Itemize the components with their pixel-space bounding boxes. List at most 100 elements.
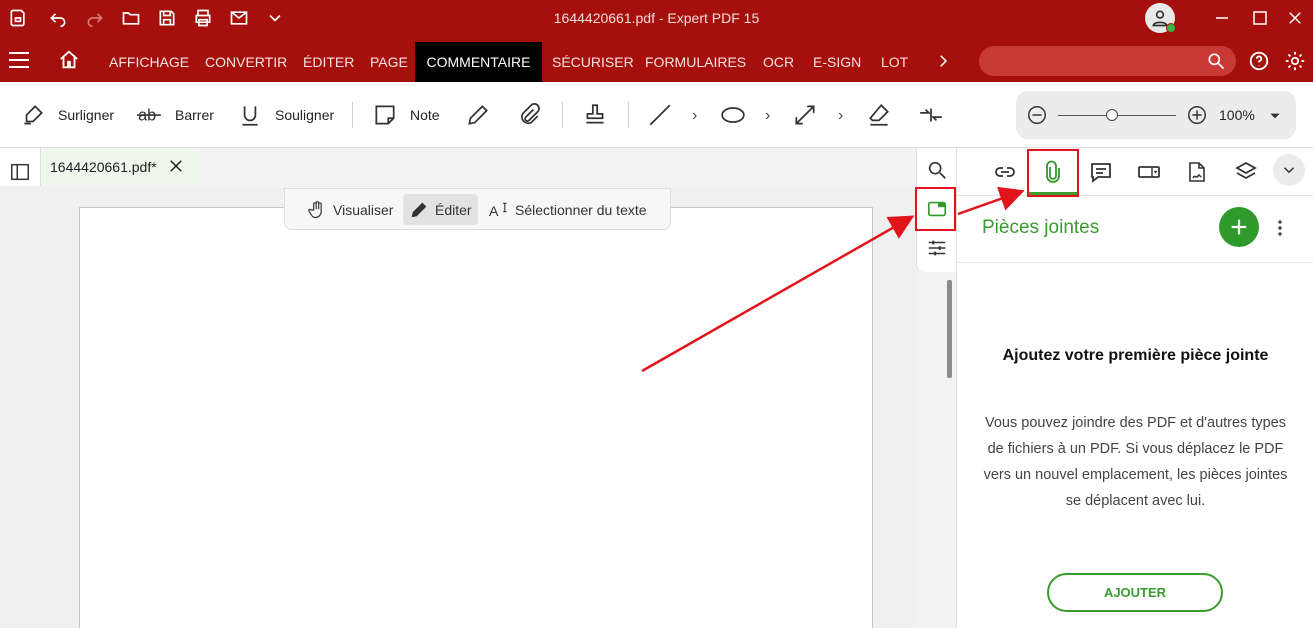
measure-options-chevron-icon[interactable]: ›: [838, 107, 843, 125]
adjustments-icon[interactable]: [926, 237, 948, 259]
pencil-icon: [411, 202, 427, 217]
zoom-out-icon[interactable]: [1026, 104, 1048, 126]
toolbar-divider: [562, 102, 563, 128]
maximize-button[interactable]: [1248, 6, 1272, 30]
stamp-tool[interactable]: [582, 100, 608, 130]
menu-commentaire[interactable]: COMMENTAIRE: [415, 42, 542, 82]
menu-convertir[interactable]: CONVERTIR: [205, 54, 287, 70]
help-icon[interactable]: [1248, 50, 1270, 72]
compare-arrows-icon: [920, 108, 942, 122]
zoom-value[interactable]: 100%: [1219, 107, 1255, 123]
line-options-chevron-icon[interactable]: ›: [692, 107, 697, 125]
search-icon[interactable]: [926, 159, 948, 181]
zoom-dropdown-icon[interactable]: [1268, 109, 1282, 123]
ellipse-tool[interactable]: [720, 100, 746, 130]
menu-formulaires[interactable]: FORMULAIRES: [645, 54, 746, 70]
annotation-highlight-box: [1027, 149, 1079, 197]
annotation-highlight-box: [915, 187, 956, 231]
more-tabs-button[interactable]: [1273, 154, 1305, 186]
minimize-button[interactable]: [1210, 6, 1234, 30]
strikeout-tool[interactable]: ab Barrer: [137, 100, 214, 130]
search-input[interactable]: [989, 51, 1189, 71]
hamburger-menu-icon[interactable]: [8, 50, 30, 70]
menu-editer[interactable]: ÉDITER: [303, 54, 354, 70]
zoom-slider-handle[interactable]: [1106, 109, 1119, 121]
window-title: 1644420661.pdf - Expert PDF 15: [553, 10, 760, 26]
hand-icon: [308, 200, 322, 218]
line-tool[interactable]: [647, 100, 673, 130]
toolbar-divider: [628, 102, 629, 128]
home-icon[interactable]: [58, 49, 80, 71]
vertical-scrollbar[interactable]: [947, 280, 952, 378]
chevron-down-icon: [1283, 167, 1295, 174]
more-options-icon[interactable]: [1275, 218, 1285, 238]
document-tab[interactable]: 1644420661.pdf*: [41, 148, 199, 185]
menu-page[interactable]: PAGE: [370, 54, 408, 70]
panel-tabs: [957, 148, 1313, 196]
compare-tool[interactable]: [918, 100, 944, 130]
select-text-mode-button[interactable]: A Sélectionner du texte: [483, 194, 653, 225]
menu-affichage[interactable]: AFFICHAGE: [109, 54, 189, 70]
toolbar-divider: [352, 102, 353, 128]
search-field[interactable]: [979, 46, 1236, 76]
add-attachment-button[interactable]: [1219, 207, 1259, 247]
select-text-mode-label: Sélectionner du texte: [515, 201, 647, 218]
menu-ocr[interactable]: OCR: [763, 54, 794, 70]
menu-securiser[interactable]: SÉCURISER: [552, 54, 634, 70]
highlight-tool[interactable]: Surligner: [20, 100, 114, 130]
tab-comments[interactable]: [1087, 158, 1115, 186]
tab-signatures[interactable]: [1183, 158, 1211, 186]
view-mode-button[interactable]: Visualiser: [301, 194, 399, 225]
close-tab-icon[interactable]: [167, 157, 185, 175]
zoom-in-icon[interactable]: [1186, 104, 1208, 126]
text-cursor-icon: A: [489, 202, 507, 219]
sticky-note-icon: [375, 105, 395, 125]
view-mode-label: Visualiser: [333, 201, 394, 218]
title-bar: 1644420661.pdf - Expert PDF 15: [0, 0, 1313, 36]
settings-gear-icon[interactable]: [1284, 50, 1306, 72]
tab-fields[interactable]: [1135, 158, 1163, 186]
signed-document-icon: [1189, 162, 1205, 182]
underline-tool[interactable]: Souligner: [237, 100, 334, 130]
maximize-icon: [1253, 11, 1267, 25]
eraser-tool[interactable]: [866, 100, 892, 130]
panel-toggle-icon[interactable]: [9, 161, 31, 183]
measure-tool[interactable]: [792, 100, 818, 130]
note-tool[interactable]: Note: [372, 100, 440, 130]
link-icon: [995, 167, 1015, 177]
close-window-button[interactable]: [1283, 6, 1307, 30]
empty-state-description: Vous pouvez joindre des PDF et d'autres …: [983, 415, 1288, 509]
edit-mode-label: Éditer: [435, 201, 472, 218]
minimize-icon: [1216, 17, 1228, 19]
highlight-label: Surligner: [58, 107, 115, 123]
highlighter-icon: [24, 105, 43, 125]
tab-links[interactable]: [991, 158, 1019, 186]
menu-lot[interactable]: LOT: [881, 54, 908, 70]
menu-scroll-right-icon[interactable]: [934, 52, 952, 70]
plus-icon: [1231, 219, 1247, 235]
document-tab-label: 1644420661.pdf*: [50, 159, 157, 175]
panel-divider: [957, 262, 1313, 263]
comment-icon: [1091, 163, 1111, 183]
shape-options-chevron-icon[interactable]: ›: [765, 107, 770, 125]
pencil-icon: [468, 105, 488, 125]
menu-esign[interactable]: E-SIGN: [813, 54, 861, 70]
edit-mode-button[interactable]: Éditer: [403, 194, 478, 225]
note-label: Note: [410, 107, 440, 123]
close-icon: [1289, 12, 1301, 24]
add-button[interactable]: AJOUTER: [1047, 573, 1223, 612]
avatar[interactable]: [1145, 3, 1176, 33]
eraser-icon: [869, 103, 889, 126]
pencil-tool[interactable]: [465, 100, 491, 130]
attach-file-tool[interactable]: [516, 100, 542, 130]
stamp-icon: [586, 104, 604, 124]
line-icon: [649, 104, 671, 126]
strikethrough-icon: ab: [137, 106, 161, 124]
tab-layers[interactable]: [1232, 158, 1260, 186]
search-icon[interactable]: [1206, 51, 1226, 71]
comment-toolbar: Surligner ab Barrer Souligner Note › › ›: [0, 82, 1313, 148]
layers-icon: [1235, 161, 1257, 180]
measure-icon: [795, 105, 815, 125]
pdf-page[interactable]: [79, 207, 873, 628]
underline-label: Souligner: [275, 107, 335, 123]
